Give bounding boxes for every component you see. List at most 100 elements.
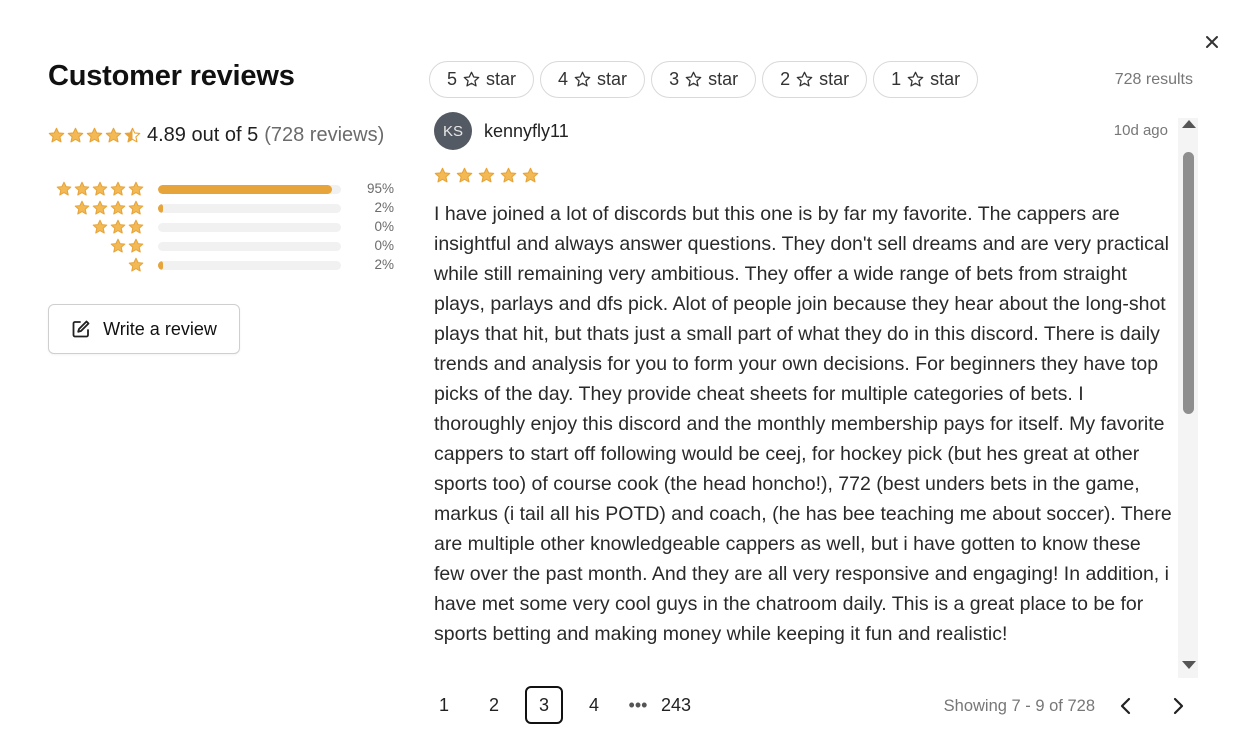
filter-number: 4 xyxy=(558,69,569,89)
review-username[interactable]: kennyfly11 xyxy=(484,121,569,142)
page-3-button[interactable]: 3 xyxy=(525,686,563,724)
star-icon xyxy=(92,200,108,215)
page-title: Customer reviews xyxy=(48,60,295,92)
distribution-stars xyxy=(110,238,146,254)
star-icon xyxy=(56,181,72,196)
star-icon xyxy=(522,167,539,183)
filter-label: star xyxy=(930,69,961,89)
distribution-row-3[interactable]: 0% xyxy=(48,218,398,237)
average-rating-stars xyxy=(48,127,143,144)
filter-number: 2 xyxy=(780,69,791,89)
page-1-button[interactable]: 1 xyxy=(425,686,463,724)
review-stars xyxy=(434,167,544,184)
star-outline-icon xyxy=(685,71,702,87)
distribution-percent: 2% xyxy=(374,200,394,215)
reviews-count: (728 reviews) xyxy=(264,124,385,146)
rating-text: 4.89 out of 5 xyxy=(147,124,259,146)
star-icon xyxy=(74,200,90,215)
distribution-bar xyxy=(158,204,341,213)
results-count: 728 results xyxy=(1114,71,1193,88)
distribution-row-2[interactable]: 0% xyxy=(48,237,398,256)
showing-range: Showing 7 - 9 of 728 xyxy=(943,697,1095,715)
star-icon xyxy=(128,257,144,272)
star-icon xyxy=(478,167,495,183)
review-body: I have joined a lot of discords but this… xyxy=(434,203,1172,645)
page-4-button[interactable]: 4 xyxy=(575,686,613,724)
distribution-row-4[interactable]: 2% xyxy=(48,199,398,218)
prev-page-button[interactable] xyxy=(1112,692,1140,720)
filter-label: star xyxy=(708,69,739,89)
distribution-percent: 0% xyxy=(374,219,394,234)
distribution-bar xyxy=(158,261,341,270)
review-card: KS kennyfly11 10d ago I have joined a lo… xyxy=(434,112,1174,678)
close-icon xyxy=(1206,36,1218,48)
scroll-down-arrow-icon[interactable] xyxy=(1182,661,1196,669)
star-icon xyxy=(110,181,126,196)
star-icon xyxy=(500,167,517,183)
star-icon xyxy=(456,167,473,183)
star-icon xyxy=(110,238,126,253)
distribution-stars xyxy=(74,200,146,216)
page-2-button[interactable]: 2 xyxy=(475,686,513,724)
next-page-button[interactable] xyxy=(1164,692,1192,720)
write-review-button[interactable]: Write a review xyxy=(48,304,240,354)
review-date: 10d ago xyxy=(1113,122,1168,139)
write-review-label: Write a review xyxy=(103,318,217,339)
avatar: KS xyxy=(434,112,472,150)
filter-number: 5 xyxy=(447,69,458,89)
filter-number: 1 xyxy=(891,69,902,89)
close-button[interactable] xyxy=(1198,28,1226,56)
filter-1-star[interactable]: 1 star xyxy=(873,61,979,98)
star-filters: 5 star 4 star 3 star 2 star 1 star xyxy=(429,61,979,98)
rating-summary: 4.89 out of 5 (728 reviews) xyxy=(48,124,384,147)
star-outline-icon xyxy=(907,71,924,87)
star-outline-icon xyxy=(796,71,813,87)
star-icon xyxy=(110,200,126,215)
filter-label: star xyxy=(819,69,850,89)
star-icon xyxy=(434,167,451,183)
distribution-bar-fill xyxy=(158,261,163,270)
star-icon xyxy=(105,127,122,143)
distribution-bar-fill xyxy=(158,204,163,213)
star-icon xyxy=(92,219,108,234)
filter-5-star[interactable]: 5 star xyxy=(429,61,535,98)
chevron-left-icon xyxy=(1120,697,1131,715)
star-icon xyxy=(67,127,84,143)
filter-3-star[interactable]: 3 star xyxy=(651,61,757,98)
scrollbar-thumb[interactable] xyxy=(1183,152,1194,414)
distribution-bar xyxy=(158,223,341,232)
star-icon xyxy=(128,181,144,196)
distribution-percent: 2% xyxy=(374,257,394,272)
filter-label: star xyxy=(486,69,517,89)
distribution-row-5[interactable]: 95% xyxy=(48,180,398,199)
chevron-right-icon xyxy=(1173,697,1184,715)
star-icon xyxy=(128,200,144,215)
star-icon xyxy=(124,127,141,143)
star-icon xyxy=(92,181,108,196)
scroll-up-arrow-icon[interactable] xyxy=(1182,120,1196,128)
star-icon xyxy=(74,181,90,196)
edit-icon xyxy=(72,320,90,338)
distribution-bar xyxy=(158,185,341,194)
star-icon xyxy=(110,219,126,234)
distribution-stars xyxy=(128,257,146,273)
distribution-stars xyxy=(92,219,146,235)
page-last-button[interactable]: 243 xyxy=(661,686,691,724)
distribution-bar-fill xyxy=(158,185,332,194)
distribution-percent: 0% xyxy=(374,238,394,253)
rating-distribution: 95% 2% 0% 0% 2% xyxy=(48,180,398,275)
star-outline-icon xyxy=(574,71,591,87)
star-icon xyxy=(86,127,103,143)
star-outline-icon xyxy=(463,71,480,87)
distribution-row-1[interactable]: 2% xyxy=(48,256,398,275)
star-icon xyxy=(128,238,144,253)
filter-label: star xyxy=(597,69,628,89)
star-icon xyxy=(128,219,144,234)
distribution-stars xyxy=(56,181,146,197)
distribution-percent: 95% xyxy=(366,181,394,196)
distribution-bar xyxy=(158,242,341,251)
filter-4-star[interactable]: 4 star xyxy=(540,61,646,98)
pagination: 1 2 3 4 ••• 243 xyxy=(425,686,703,724)
filter-number: 3 xyxy=(669,69,680,89)
filter-2-star[interactable]: 2 star xyxy=(762,61,868,98)
